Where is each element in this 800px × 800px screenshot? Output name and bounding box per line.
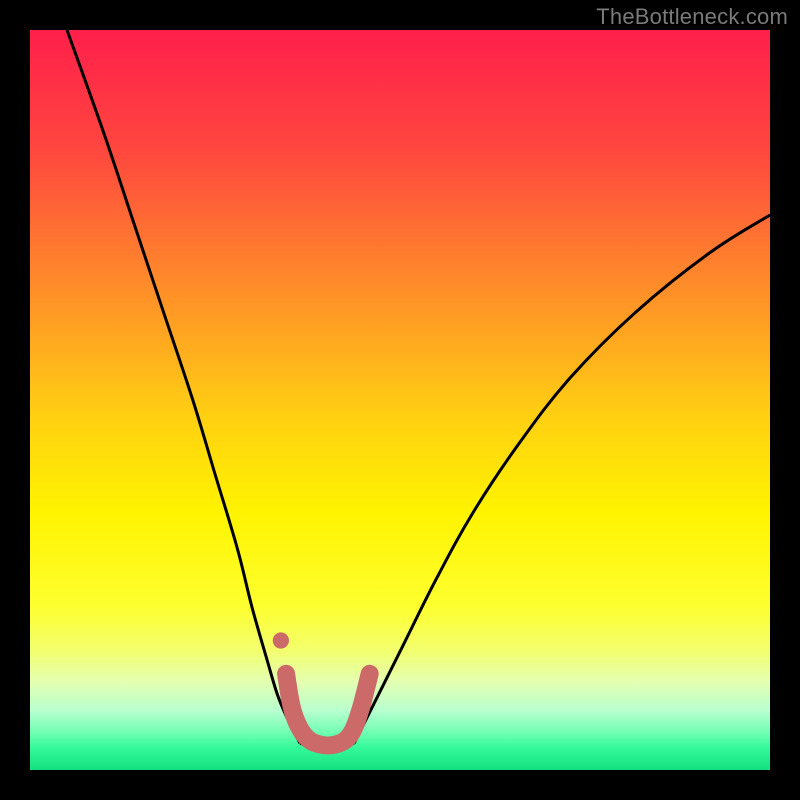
right-curve xyxy=(354,215,770,743)
plot-frame xyxy=(30,30,770,770)
valley-marker xyxy=(286,674,370,746)
left-curve xyxy=(67,30,300,743)
watermark-text: TheBottleneck.com xyxy=(596,4,788,30)
valley-dot xyxy=(273,632,289,648)
curve-layer xyxy=(30,30,770,770)
